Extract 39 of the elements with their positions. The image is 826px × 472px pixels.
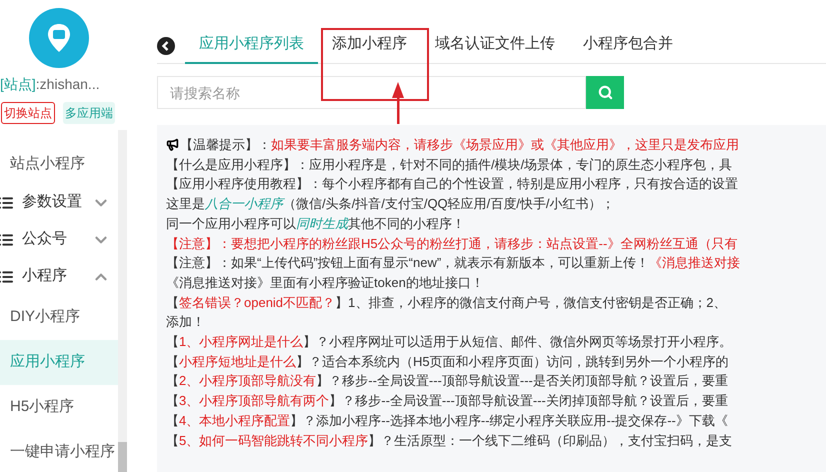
tab[interactable]: 小程序包合并 bbox=[569, 28, 687, 64]
site-label: [站点] bbox=[0, 76, 36, 92]
menu-group[interactable]: 公众号 bbox=[0, 221, 118, 258]
notice-line: 【注意】：如果“上传代码”按钮上面有显示“new”，就表示有新版本，可以重新上传！《消息推送对接 bbox=[166, 254, 742, 272]
scrollbar[interactable] bbox=[118, 130, 127, 472]
tab[interactable]: 域名认证文件上传 bbox=[421, 28, 569, 64]
notice-line: 【应用小程序使用教程】：每个小程序都有自己的个性设置，特别是应用小程序，只有按合适的设置 bbox=[166, 175, 739, 194]
submenu-item[interactable]: H5小程序 bbox=[0, 385, 118, 430]
menu-group[interactable]: 参数设置 bbox=[0, 184, 118, 221]
notice-line: 【什么是应用小程序】：应用小程序是，针对不同的插件/模块/场景体，专门的原生态小程序包，具 bbox=[166, 156, 734, 174]
menu-item[interactable]: 站点小程序 bbox=[0, 144, 118, 184]
notice-line: 【注意】：要想把小程序的粉丝跟H5公众号的粉丝打通，请移步：站点设置--》全网粉丝互通（只有 bbox=[166, 234, 738, 253]
site-name: :zhishan... bbox=[36, 76, 100, 92]
list-icon bbox=[0, 232, 14, 248]
annotation-arrow bbox=[389, 82, 407, 124]
list-icon bbox=[0, 268, 14, 284]
notice-line: 【签名错误？openid不匹配？】1、排查，小程序的微信支付商户号，微信支付密钥是否正确；2、 bbox=[166, 294, 728, 312]
tab[interactable]: 添加小程序 bbox=[318, 28, 421, 64]
notice-line: 【温馨提示】：如果要丰富服务端内容，请移步《场景应用》或《其他应用》，这里只是发布应用 bbox=[166, 135, 826, 155]
megaphone-icon bbox=[166, 138, 179, 152]
notice-line: 【3、小程序顶部导航有两个】？移步--全局设置---顶部导航设置---关闭掉顶部导航？设置后，要重 bbox=[166, 392, 729, 410]
search-button[interactable] bbox=[586, 76, 624, 109]
notice-line: 《消息推送对接》里面有小程序验证token的地址接口！ bbox=[166, 274, 485, 292]
menu-group[interactable]: 小程序 bbox=[0, 258, 118, 295]
notice-line: 同一个应用小程序可以同时生成其他不同的小程序！ bbox=[166, 214, 466, 233]
site-button[interactable]: 切换站点 bbox=[1, 102, 55, 124]
notice-line: 添加！ bbox=[166, 313, 206, 332]
notice-line: 【4、本地小程序配置】？添加小程序--选择本地小程序--绑定小程序关联应用--提交保存--》下载《 bbox=[166, 412, 729, 430]
back-icon[interactable] bbox=[157, 36, 175, 54]
notice-line: 这里是八合一小程序（微信/头条/抖音/支付宝/QQ轻应用/百度/快手/小红书）； bbox=[166, 195, 616, 214]
search-icon bbox=[598, 85, 612, 100]
search-field[interactable]: 请搜索名称 bbox=[157, 76, 586, 109]
list-icon bbox=[0, 194, 14, 210]
notice-line: 【1、小程序网址是什么】？小程序网址可以适用于从短信、邮件、微信外网页等场景打开小程序。 bbox=[166, 333, 734, 352]
notice-line: 【小程序短地址是什么】？适合本系统内（H5页面和小程序页面）访问，跳转到另外一个小程序的 bbox=[166, 352, 730, 371]
notice-line: 【5、如何一码智能跳转不同小程序】？生活原型：一个线下二维码（印刷品），支付宝扫码，是支 bbox=[166, 432, 734, 450]
notice-line: 【2、小程序顶部导航没有】？移步--全局设置---顶部导航设置---是否关闭顶部导航？设置后，要重 bbox=[166, 372, 729, 390]
submenu-item[interactable]: 一键申请小程序 bbox=[0, 430, 118, 472]
submenu-item[interactable]: DIY小程序 bbox=[0, 295, 118, 340]
